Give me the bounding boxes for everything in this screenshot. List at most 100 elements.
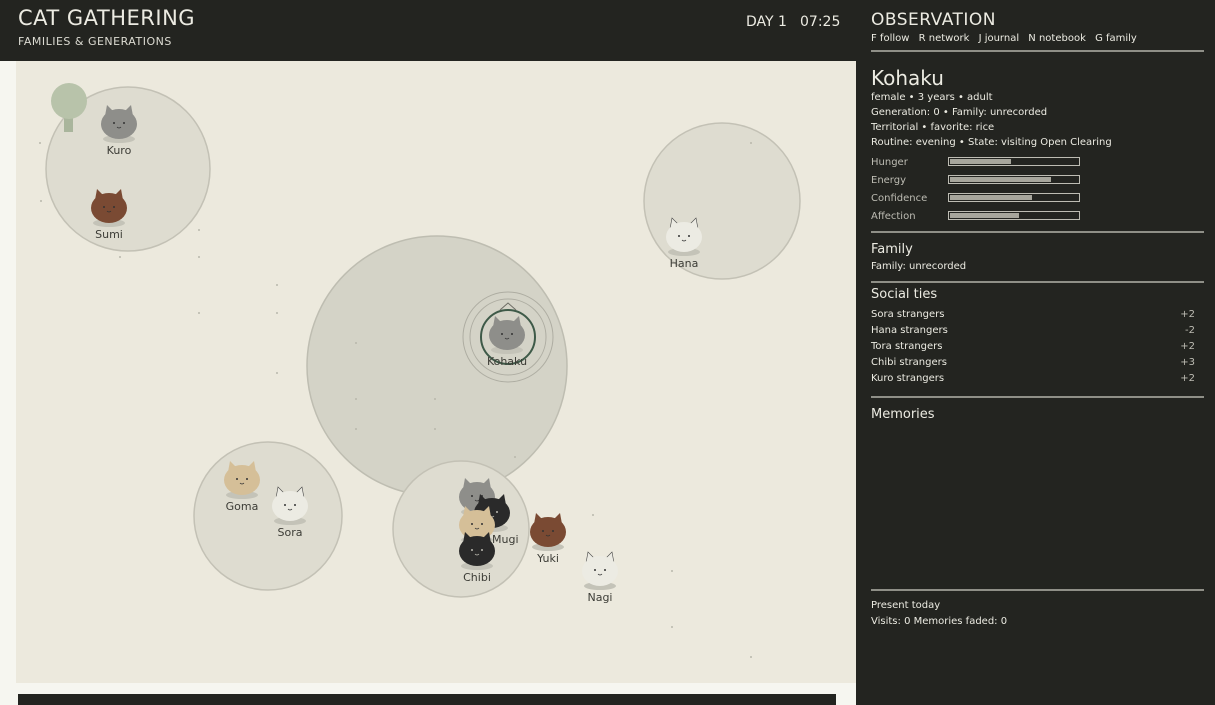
cat-name-label: Kohaku (487, 355, 527, 368)
cat-eye (552, 530, 554, 532)
family-text: Family: unrecorded (871, 261, 967, 272)
cat-name-label: Nagi (587, 591, 612, 604)
social-tie-value: +2 (1180, 341, 1195, 352)
app-title: CAT GATHERING (18, 6, 196, 30)
cat-name: Kohaku (871, 66, 944, 90)
cat-eye (471, 495, 473, 497)
cat-kohaku[interactable] (489, 316, 525, 354)
cat-name-label: Kuro (107, 144, 132, 157)
cat-body (272, 491, 308, 521)
cat-eye (481, 523, 483, 525)
divider (871, 50, 1204, 52)
stat-fill-affection (950, 213, 1019, 218)
divider (871, 231, 1204, 233)
stat-label-confidence: Confidence (871, 193, 928, 204)
cat-name-label: Yuki (536, 552, 559, 565)
social-tie-value: +2 (1180, 373, 1195, 384)
stat-label-hunger: Hunger (871, 157, 908, 168)
social-tie-name[interactable]: Tora strangers (871, 341, 942, 352)
cat-body (489, 320, 525, 350)
social-section-title: Social ties (871, 287, 938, 302)
territory-goma-sora (193, 441, 343, 591)
social-tie-name[interactable]: Chibi strangers (871, 357, 947, 368)
cat-body (101, 109, 137, 139)
stat-bar-affection (948, 211, 1080, 220)
territory-hana (643, 122, 801, 280)
cat-eye (123, 122, 125, 124)
open-clearing (306, 235, 568, 497)
cat-eye (511, 333, 513, 335)
cat-hana[interactable] (666, 217, 702, 256)
stat-bar-confidence (948, 193, 1080, 202)
cat-sora[interactable] (272, 486, 308, 525)
cat-eye (501, 333, 503, 335)
cat-yuki[interactable] (530, 513, 566, 551)
cat-eye (236, 478, 238, 480)
cat-eye (103, 206, 105, 208)
cat-nagi[interactable] (582, 551, 618, 590)
panel-title: OBSERVATION (871, 10, 997, 30)
present-today-stats: Visits: 0 Memories faded: 0 (871, 616, 1008, 627)
stat-bar-energy (948, 175, 1080, 184)
cat-body (530, 517, 566, 547)
cat-body (459, 536, 495, 566)
cat-name-label: Sumi (95, 228, 123, 241)
cat-eye (471, 549, 473, 551)
stat-fill-energy (950, 177, 1051, 182)
shortcut-notebook[interactable]: N notebook (1028, 33, 1086, 44)
social-tie-value: -2 (1185, 325, 1195, 336)
cat-goma[interactable] (224, 461, 260, 499)
cat-body (224, 465, 260, 495)
cat-body (91, 193, 127, 223)
cat-name-label: Mugi (492, 533, 519, 546)
app-subtitle: FAMILIES & GENERATIONS (18, 35, 172, 48)
divider (871, 281, 1204, 283)
stat-fill-hunger (950, 159, 1011, 164)
divider (871, 589, 1204, 591)
cat-routine: Routine: evening • State: visiting Open … (871, 137, 1112, 148)
top-bar: CAT GATHERING FAMILIES & GENERATIONS DAY… (0, 0, 856, 61)
cat-eye (604, 569, 606, 571)
shortcut-family[interactable]: G family (1095, 33, 1137, 44)
cat-eye (284, 504, 286, 506)
stat-bar-hunger (948, 157, 1080, 166)
shortcut-journal[interactable]: J journal (979, 33, 1020, 44)
world-map[interactable]: Kuro Sumi Hana Kohaku Goma Sora Chibi Yuki Mugi N… (16, 61, 856, 683)
divider (871, 396, 1204, 398)
cat-kuro[interactable] (101, 105, 137, 143)
cat-name-label: Hana (670, 257, 699, 270)
family-section-title: Family (871, 242, 913, 257)
cat-eye (594, 569, 596, 571)
cat-name-label: Goma (226, 500, 259, 513)
present-today-title: Present today (871, 600, 941, 611)
shortcut-follow[interactable]: F follow (871, 33, 909, 44)
cat-sumi[interactable] (91, 189, 127, 227)
cat-chibi[interactable] (459, 532, 495, 570)
cat-name-label: Sora (278, 526, 303, 539)
clock: 07:25 (800, 14, 841, 30)
memories-section-title: Memories (871, 407, 935, 422)
cat-eye (678, 235, 680, 237)
cat-basics: female • 3 years • adult (871, 92, 993, 103)
social-tie-value: +2 (1180, 309, 1195, 320)
world-canvas[interactable]: Kuro Sumi Hana Kohaku Goma Sora Chibi Yuki Mugi N… (16, 61, 856, 683)
stat-label-energy: Energy (871, 175, 907, 186)
cat-traits: Territorial • favorite: rice (871, 122, 995, 133)
cat-eye (113, 122, 115, 124)
cat-eye (496, 511, 498, 513)
social-tie-value: +3 (1180, 357, 1195, 368)
cat-eye (294, 504, 296, 506)
shortcut-hints: F follow R network J journal N notebook … (871, 33, 1143, 44)
cat-lineage: Generation: 0 • Family: unrecorded (871, 107, 1048, 118)
social-tie-name[interactable]: Hana strangers (871, 325, 948, 336)
social-tie-name[interactable]: Sora strangers (871, 309, 944, 320)
cat-body (582, 556, 618, 586)
stat-label-affection: Affection (871, 211, 916, 222)
cat-eye (471, 523, 473, 525)
cat-eye (246, 478, 248, 480)
social-tie-name[interactable]: Kuro strangers (871, 373, 944, 384)
day-counter: DAY 1 (746, 14, 787, 30)
cat-eye (542, 530, 544, 532)
shortcut-network[interactable]: R network (919, 33, 970, 44)
cat-eye (481, 549, 483, 551)
